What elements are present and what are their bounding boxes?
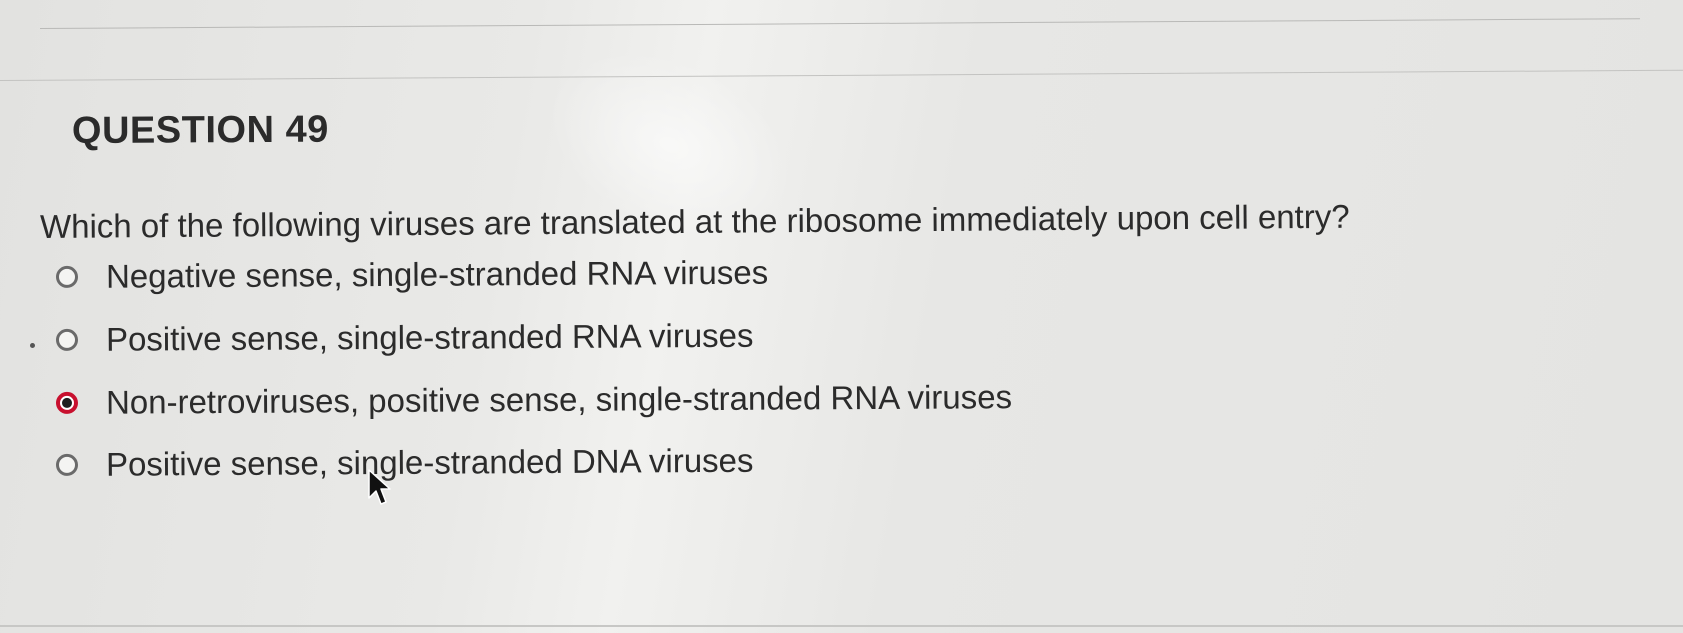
option-label[interactable]: Negative sense, single-stranded RNA viru… xyxy=(106,254,768,296)
option-label[interactable]: Positive sense, single-stranded RNA viru… xyxy=(106,317,754,359)
option-label[interactable]: Positive sense, single-stranded DNA viru… xyxy=(106,442,754,484)
option-positive-sense-dna[interactable]: Positive sense, single-stranded DNA viru… xyxy=(55,442,754,484)
radio-button-icon[interactable] xyxy=(55,453,79,476)
option-label[interactable]: Non-retroviruses, positive sense, single… xyxy=(106,378,1012,422)
option-negative-sense-rna[interactable]: Negative sense, single-stranded RNA viru… xyxy=(55,254,768,296)
option-non-retroviruses[interactable]: Non-retroviruses, positive sense, single… xyxy=(55,378,1012,422)
stray-dot xyxy=(30,343,35,348)
radio-button-selected-icon[interactable] xyxy=(55,391,79,414)
option-positive-sense-rna[interactable]: Positive sense, single-stranded RNA viru… xyxy=(55,317,754,359)
bottom-divider xyxy=(0,625,1683,627)
question-divider xyxy=(0,69,1683,81)
question-title: QUESTION 49 xyxy=(71,108,329,152)
arrow-pointer-icon xyxy=(368,469,391,505)
top-divider xyxy=(39,18,1640,29)
radio-button-icon[interactable] xyxy=(55,265,79,288)
question-text: Which of the following viruses are trans… xyxy=(39,197,1350,245)
radio-button-icon[interactable] xyxy=(55,328,79,351)
